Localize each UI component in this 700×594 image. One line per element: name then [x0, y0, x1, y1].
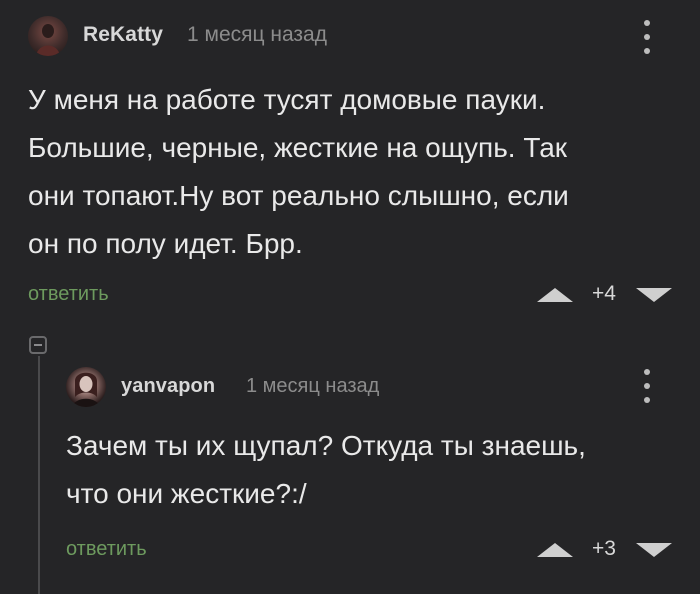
- vote-up-icon[interactable]: [537, 288, 573, 302]
- rating-score: +3: [592, 537, 616, 560]
- more-vertical-icon[interactable]: [642, 20, 652, 54]
- rating-score: +4: [592, 282, 616, 305]
- avatar[interactable]: [66, 367, 106, 407]
- author-name[interactable]: ReKatty: [83, 23, 163, 47]
- author-name[interactable]: yanvapon: [121, 375, 215, 398]
- reply-button[interactable]: ответить: [28, 283, 109, 306]
- avatar[interactable]: [28, 16, 68, 56]
- vote-down-icon[interactable]: [636, 543, 672, 557]
- vote-down-icon[interactable]: [636, 288, 672, 302]
- avatar-image: [72, 372, 100, 407]
- more-vertical-icon[interactable]: [642, 369, 652, 403]
- comment-time: 1 месяц назад: [246, 375, 380, 397]
- comment-2: yanvapon 1 месяц назад Зачем ты их щупал…: [0, 355, 700, 594]
- comment-text: У меня на работе тусят домовые пауки. Бо…: [28, 84, 569, 259]
- reply-button[interactable]: ответить: [66, 538, 147, 561]
- vote-up-icon[interactable]: [537, 543, 573, 557]
- avatar-image: [36, 24, 60, 56]
- comment-1: ReKatty 1 месяц назад У меня на работе т…: [0, 0, 700, 318]
- comment-time: 1 месяц назад: [187, 23, 327, 46]
- comment-text: Зачем ты их щупал? Откуда ты знаешь, что…: [66, 430, 586, 509]
- collapse-thread-icon[interactable]: [29, 336, 47, 354]
